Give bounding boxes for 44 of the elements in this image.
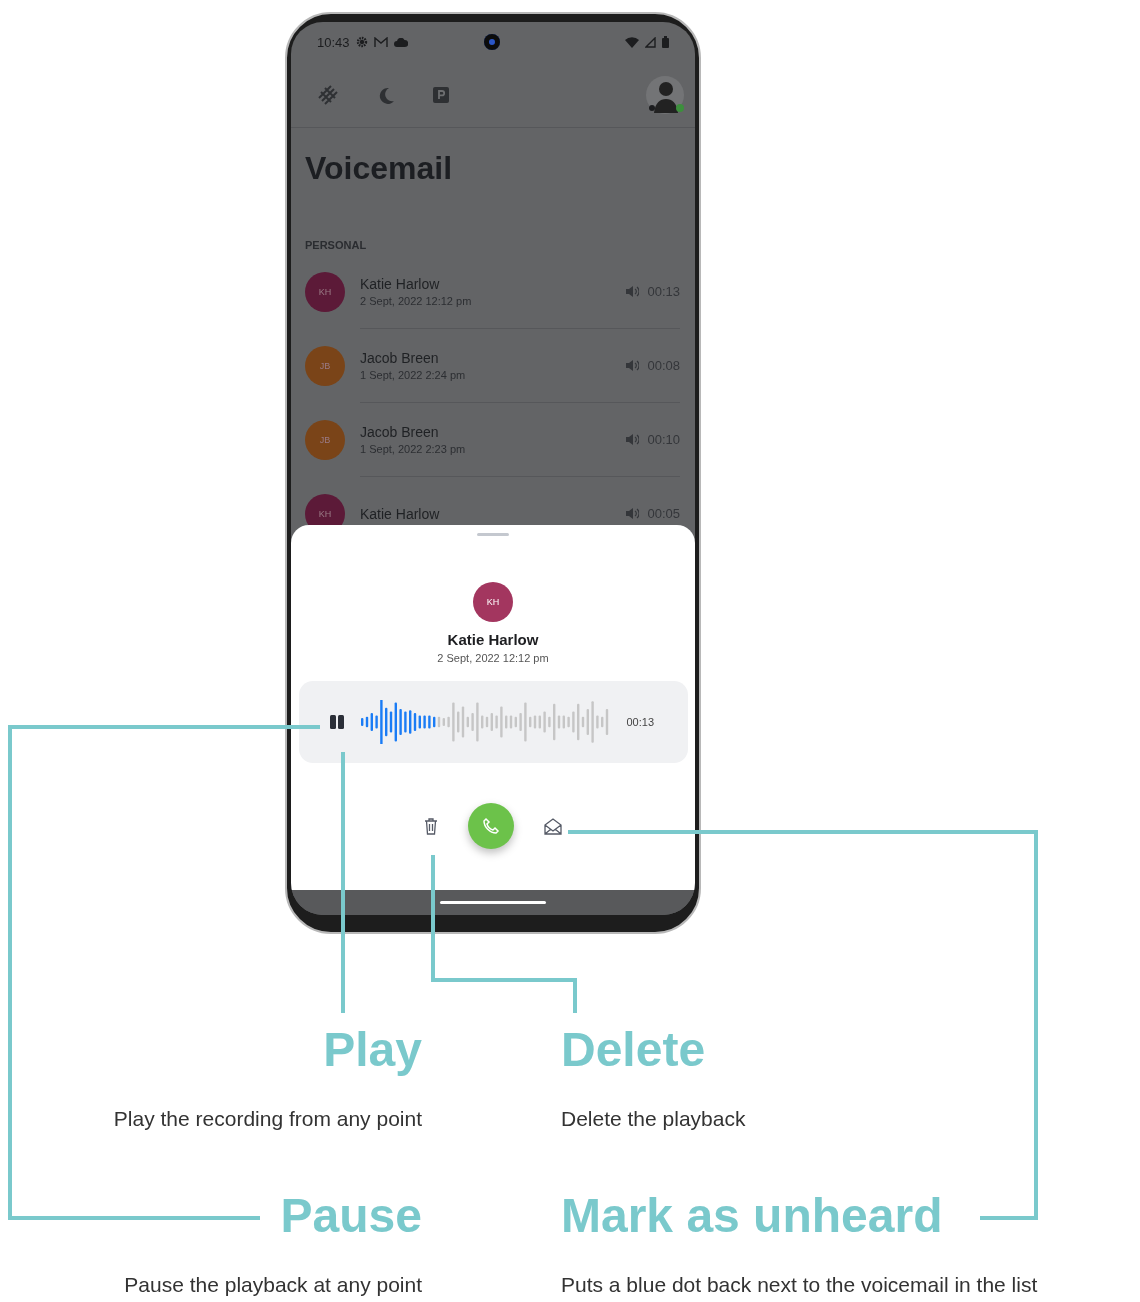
contact-avatar: KH [473,582,513,622]
annotation-description: Play the recording from any point [113,1106,422,1132]
status-time: 10:43 [317,34,350,50]
contact-name[interactable]: Katie Harlow [360,505,619,522]
waveform-drawing[interactable] [360,700,611,744]
phone-icon [482,817,500,835]
speaker-icon [626,360,640,371]
sheet-handle[interactable] [477,533,509,536]
parking-icon[interactable] [433,86,449,103]
contact-name: Katie Harlow [447,631,539,648]
contact-avatar[interactable]: KH [305,272,345,312]
page-title: Voicemail [305,150,453,187]
contact-name[interactable]: Katie Harlow [360,276,619,292]
contact-name[interactable]: Jacob Breen [360,424,619,440]
annotation-title: Delete [561,1022,706,1078]
annotation-description: Delete the playback [561,1106,746,1132]
contact-avatar[interactable]: JB [305,346,345,386]
annotation-description: Puts a blue dot back next to the voicemail in the list [561,1272,1038,1298]
speaker-icon [626,434,640,445]
gear-icon [355,36,368,48]
profile-avatar-icon[interactable] [645,74,685,115]
contact-name[interactable]: Jacob Breen [360,350,619,366]
speaker-icon [626,508,640,519]
contact-avatar[interactable]: JB [305,420,345,460]
section-label: PERSONAL [304,239,368,253]
open-envelope-icon[interactable] [544,817,562,835]
annotation-title: Mark as unheard [561,1188,943,1244]
annotation-title: Play [323,1022,422,1078]
trash-icon[interactable] [424,817,438,835]
wifi-icon [625,36,639,48]
moon-icon[interactable] [377,85,395,104]
battery-icon [662,36,669,48]
pause-icon[interactable] [328,714,345,730]
cloud-icon [393,37,408,47]
mail-icon [373,36,388,48]
camera-dot [484,34,500,50]
call-button[interactable] [468,803,514,849]
annotation-title: Pause [280,1188,422,1244]
annotation-description: Pause the playback at any point [124,1272,422,1298]
playback-time: 00:13 [626,716,655,728]
voicemail-date: 2 Sept, 2022 12:12 pm [437,652,549,664]
signal-icon [645,36,656,48]
grid-logo-icon[interactable] [317,83,339,106]
speaker-icon [626,286,640,297]
